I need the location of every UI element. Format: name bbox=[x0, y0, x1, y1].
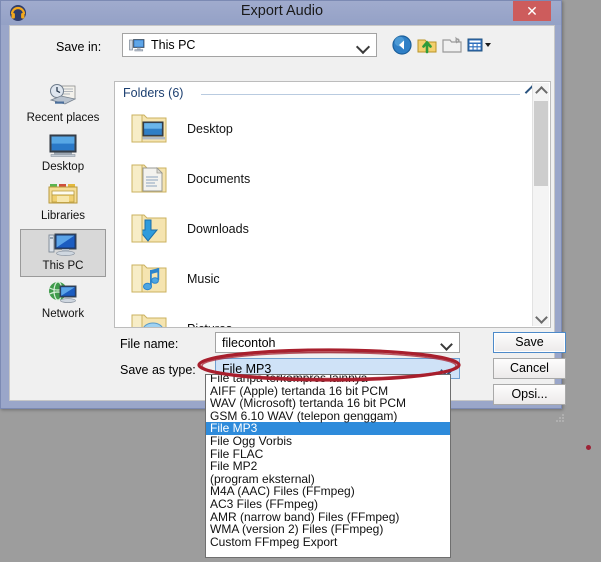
list-item-label: Pictures bbox=[187, 322, 232, 327]
cancel-button[interactable]: Cancel bbox=[493, 358, 566, 379]
save-as-type-label: Save as type: bbox=[120, 363, 196, 377]
dropdown-option[interactable]: Custom FFmpeg Export bbox=[206, 536, 450, 549]
this-pc-icon bbox=[129, 39, 145, 52]
list-item-label: Documents bbox=[187, 172, 251, 186]
recent-places-icon bbox=[20, 82, 106, 112]
chevron-up-icon bbox=[535, 86, 548, 99]
dropdown-option[interactable]: File Ogg Vorbis bbox=[206, 435, 450, 448]
sidebar-item-label: Desktop bbox=[41, 161, 85, 173]
dropdown-option[interactable]: WMA (version 2) Files (FFmpeg) bbox=[206, 523, 450, 536]
sidebar-item-label: This PC bbox=[42, 260, 84, 272]
network-icon bbox=[20, 278, 106, 308]
list-item[interactable]: Documents bbox=[115, 154, 550, 204]
list-item-label: Downloads bbox=[187, 222, 249, 236]
list-item[interactable]: Downloads bbox=[115, 204, 550, 254]
folder-music-icon bbox=[131, 264, 167, 293]
dropdown-option[interactable]: AC3 Files (FFmpeg) bbox=[206, 498, 450, 511]
folder-pictures-icon bbox=[131, 314, 167, 327]
file-name-input[interactable]: filecontoh bbox=[215, 332, 460, 353]
list-item[interactable]: Desktop bbox=[115, 104, 550, 154]
chevron-down-icon bbox=[355, 39, 371, 55]
up-folder-button[interactable] bbox=[416, 34, 438, 56]
scroll-down-button[interactable] bbox=[533, 310, 549, 326]
resize-grip[interactable] bbox=[556, 414, 566, 424]
file-list-scrollbar[interactable] bbox=[532, 83, 549, 326]
sidebar-item-label: Recent places bbox=[26, 112, 100, 124]
sidebar-item-libraries[interactable]: Libraries bbox=[20, 180, 106, 228]
group-divider bbox=[201, 94, 520, 95]
dropdown-option[interactable]: File tanpa terkompres lainnya bbox=[206, 375, 450, 385]
sidebar-item-recent-places[interactable]: Recent places bbox=[20, 82, 106, 130]
desktop-icon bbox=[20, 131, 106, 161]
file-name-value: filecontoh bbox=[222, 336, 276, 350]
save-in-value: This PC bbox=[151, 38, 196, 52]
save-as-type-dropdown-list[interactable]: File tanpa terkompres lainnya AIFF (Apple… bbox=[205, 374, 451, 558]
options-button[interactable]: Opsi... bbox=[493, 384, 566, 405]
dropdown-option[interactable]: File MP2 bbox=[206, 460, 450, 473]
list-item[interactable]: Pictures bbox=[115, 304, 550, 327]
list-item-label: Music bbox=[187, 272, 220, 286]
scroll-up-button[interactable] bbox=[533, 83, 549, 99]
list-item[interactable]: Music bbox=[115, 254, 550, 304]
dialog-body: Save in: This PC Recent places Desktop L… bbox=[9, 25, 566, 422]
folders-group-header[interactable]: Folders (6) bbox=[115, 82, 550, 104]
chevron-down-icon[interactable] bbox=[440, 338, 453, 351]
sidebar-item-label: Network bbox=[41, 308, 85, 320]
sidebar-item-network[interactable]: Network bbox=[20, 278, 106, 326]
sidebar-item-label: Libraries bbox=[40, 210, 86, 222]
back-button[interactable] bbox=[391, 34, 413, 56]
file-list[interactable]: Folders (6) Desktop Documents Downloads … bbox=[114, 81, 551, 328]
views-button[interactable] bbox=[465, 34, 495, 56]
libraries-icon bbox=[20, 180, 106, 210]
audacity-background: 5 42 :30 bbox=[560, 0, 601, 562]
close-button[interactable]: ✕ bbox=[513, 1, 551, 21]
save-button[interactable]: Save bbox=[493, 332, 566, 353]
places-bar: Recent places Desktop Libraries This PC … bbox=[18, 81, 108, 328]
this-pc-icon bbox=[21, 230, 105, 260]
folder-downloads-icon bbox=[131, 214, 167, 243]
folders-group-label: Folders (6) bbox=[123, 86, 190, 100]
chevron-down-icon bbox=[535, 311, 548, 324]
scrollbar-thumb[interactable] bbox=[534, 101, 548, 186]
file-name-label: File name: bbox=[120, 337, 179, 351]
list-item-label: Desktop bbox=[187, 122, 233, 136]
dialog-titlebar[interactable]: Export Audio ✕ bbox=[1, 1, 561, 25]
save-in-combobox[interactable]: This PC bbox=[122, 33, 377, 57]
save-in-label: Save in: bbox=[56, 40, 102, 54]
new-folder-button[interactable] bbox=[441, 34, 463, 56]
dialog-title: Export Audio bbox=[240, 3, 324, 19]
red-dot-annotation bbox=[586, 445, 591, 450]
dropdown-option[interactable]: WAV (Microsoft) tertanda 16 bit PCM bbox=[206, 397, 450, 410]
folder-desktop-icon bbox=[131, 114, 167, 143]
folder-documents-icon bbox=[131, 164, 167, 193]
sidebar-item-desktop[interactable]: Desktop bbox=[20, 131, 106, 179]
sidebar-item-this-pc[interactable]: This PC bbox=[20, 229, 106, 277]
export-audio-dialog: Export Audio ✕ Save in: This PC Recent p… bbox=[0, 0, 566, 422]
